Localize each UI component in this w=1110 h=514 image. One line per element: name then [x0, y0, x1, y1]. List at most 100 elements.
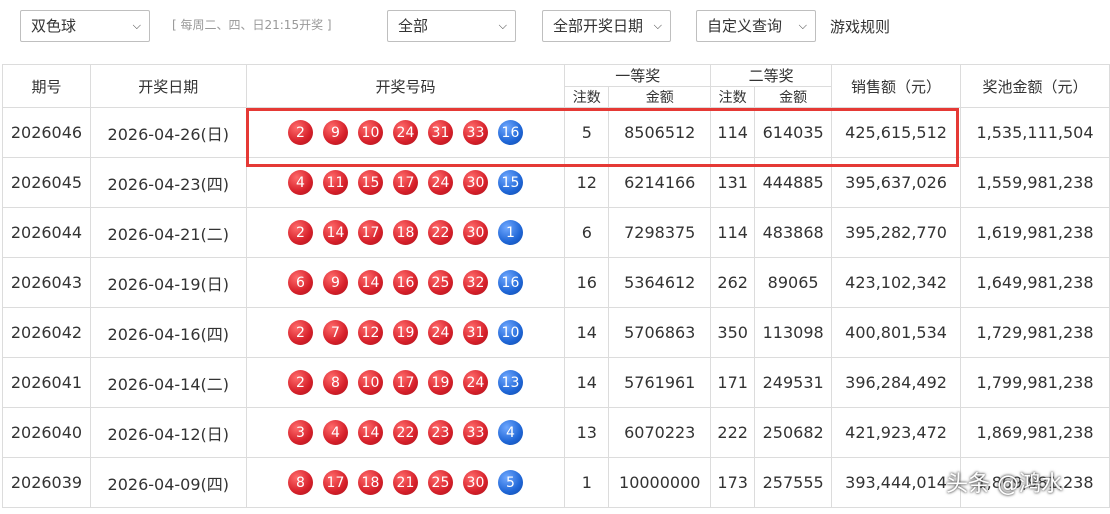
second-prize-amount-cell: 614035: [754, 107, 833, 158]
blue-ball: 5: [497, 470, 523, 495]
first-prize-count-cell: 1: [564, 457, 610, 508]
red-ball: 14: [322, 220, 348, 245]
numbers-cell: 6 9 14 16 25 32 16: [245, 257, 566, 308]
second-prize-count-cell: 114: [710, 107, 756, 158]
header-second-amount: 金额: [754, 86, 833, 108]
date-cell: 2026-04-12(日): [89, 407, 247, 458]
red-ball: 17: [392, 170, 418, 195]
results-body: 2026046 2026-04-26(日) 2 9 10 24 31 33 16 5 8506512…: [2, 107, 1110, 508]
blue-ball: 10: [497, 320, 523, 345]
numbers-cell: 3 4 14 22 23 33 4: [245, 407, 566, 458]
red-ball: 30: [462, 220, 488, 245]
first-prize-count-cell: 16: [564, 257, 610, 308]
pool-cell: 1,799,981,238: [960, 357, 1110, 408]
chevron-down-icon: ⌵: [798, 19, 807, 32]
sales-cell: 425,615,512: [831, 107, 962, 158]
schedule-hint: [ 每周二、四、日21:15开奖 ]: [172, 18, 332, 32]
red-ball: 4: [287, 170, 313, 195]
red-ball: 2: [287, 370, 313, 395]
header-first-count: 注数: [564, 86, 610, 108]
header-date: 开奖日期: [89, 64, 247, 108]
first-prize-count-cell: 6: [564, 207, 610, 258]
table-row: 2026045 2026-04-23(四) 4 11 15 17 24 30 15 12 62141…: [2, 157, 1110, 208]
range-select[interactable]: 全部 ⌵: [387, 10, 516, 42]
first-prize-count-cell: 5: [564, 107, 610, 158]
red-ball: 3: [287, 420, 313, 445]
red-ball: 32: [462, 270, 488, 295]
date-cell: 2026-04-21(二): [89, 207, 247, 258]
red-ball: 18: [392, 220, 418, 245]
header-numbers: 开奖号码: [245, 64, 566, 108]
date-cell: 2026-04-19(日): [89, 257, 247, 308]
watermark: 头条 @鸿水: [946, 472, 1063, 497]
red-ball: 6: [287, 270, 313, 295]
red-ball: 7: [322, 320, 348, 345]
second-prize-amount-cell: 483868: [754, 207, 833, 258]
red-ball: 17: [392, 370, 418, 395]
red-ball: 2: [287, 220, 313, 245]
numbers-cell: 2 9 10 24 31 33 16: [245, 107, 566, 158]
custom-query-value: 自定义查询: [707, 17, 783, 35]
table-row: 2026043 2026-04-19(日) 6 9 14 16 25 32 16 16 536461…: [2, 257, 1110, 308]
red-ball: 4: [322, 420, 348, 445]
sales-cell: 400,801,534: [831, 307, 962, 358]
issue-cell: 2026041: [2, 357, 91, 408]
blue-ball: 4: [497, 420, 523, 445]
red-ball: 25: [427, 470, 453, 495]
pool-cell: 1,729,981,238: [960, 307, 1110, 358]
first-prize-amount-cell: 5761961: [608, 357, 712, 408]
numbers-cell: 8 17 18 21 25 30 5: [245, 457, 566, 508]
table-row: 2026046 2026-04-26(日) 2 9 10 24 31 33 16 5 8506512…: [2, 107, 1110, 158]
sales-cell: 393,444,014: [831, 457, 962, 508]
results-table: 期号 开奖日期 开奖号码 一等奖 二等奖 销售额（元） 奖池金额（元） 注数 金…: [2, 64, 1110, 508]
red-ball: 9: [322, 270, 348, 295]
game-select-value: 双色球: [31, 17, 77, 35]
date-cell: 2026-04-16(四): [89, 307, 247, 358]
first-prize-amount-cell: 6070223: [608, 407, 712, 458]
sales-cell: 421,923,472: [831, 407, 962, 458]
custom-query-select[interactable]: 自定义查询 ⌵: [696, 10, 816, 42]
red-ball: 15: [357, 170, 383, 195]
date-cell: 2026-04-09(四): [89, 457, 247, 508]
second-prize-count-cell: 173: [710, 457, 756, 508]
second-prize-count-cell: 222: [710, 407, 756, 458]
red-ball: 33: [462, 420, 488, 445]
issue-cell: 2026046: [2, 107, 91, 158]
second-prize-amount-cell: 257555: [754, 457, 833, 508]
issue-cell: 2026044: [2, 207, 91, 258]
pool-cell: 1,869,981,238: [960, 407, 1110, 458]
date-select-value: 全部开奖日期: [553, 17, 644, 35]
first-prize-amount-cell: 5364612: [608, 257, 712, 308]
issue-cell: 2026040: [2, 407, 91, 458]
header-first-prize: 一等奖: [564, 64, 712, 87]
chevron-down-icon: ⌵: [498, 19, 507, 32]
second-prize-amount-cell: 444885: [754, 157, 833, 208]
date-select[interactable]: 全部开奖日期 ⌵: [542, 10, 671, 42]
red-ball: 30: [462, 470, 488, 495]
numbers-cell: 2 14 17 18 22 30 1: [245, 207, 566, 258]
red-ball: 33: [462, 120, 488, 145]
red-ball: 11: [322, 170, 348, 195]
first-prize-count-cell: 14: [564, 357, 610, 408]
date-cell: 2026-04-23(四): [89, 157, 247, 208]
first-prize-amount-cell: 10000000: [608, 457, 712, 508]
first-prize-count-cell: 12: [564, 157, 610, 208]
red-ball: 14: [357, 270, 383, 295]
header-pool: 奖池金额（元）: [960, 64, 1110, 108]
red-ball: 8: [322, 370, 348, 395]
issue-cell: 2026045: [2, 157, 91, 208]
date-cell: 2026-04-26(日): [89, 107, 247, 158]
header-sales: 销售额（元）: [831, 64, 962, 108]
pool-cell: 1,559,981,238: [960, 157, 1110, 208]
first-prize-count-cell: 13: [564, 407, 610, 458]
game-select[interactable]: 双色球 ⌵: [20, 10, 150, 42]
numbers-cell: 2 7 12 19 24 31 10: [245, 307, 566, 358]
game-rules-link[interactable]: 游戏规则: [830, 16, 890, 37]
range-select-value: 全部: [398, 17, 429, 35]
red-ball: 24: [427, 320, 453, 345]
second-prize-count-cell: 350: [710, 307, 756, 358]
first-prize-amount-cell: 6214166: [608, 157, 712, 208]
chevron-down-icon: ⌵: [653, 19, 662, 32]
table-row: 2026044 2026-04-21(二) 2 14 17 18 22 30 1 6 7298375…: [2, 207, 1110, 258]
sales-cell: 395,637,026: [831, 157, 962, 208]
